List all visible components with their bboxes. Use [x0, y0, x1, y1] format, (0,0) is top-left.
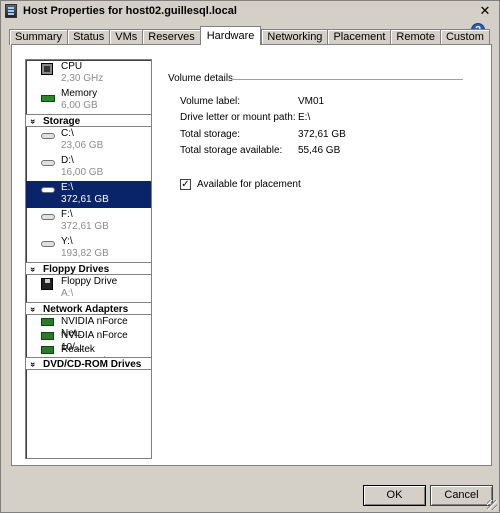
network-card-icon: [41, 332, 54, 340]
volume-label-label: Volume label:: [180, 96, 241, 107]
cancel-button[interactable]: Cancel: [430, 485, 493, 506]
floppy-icon: [41, 278, 53, 290]
memory-icon: [41, 95, 55, 102]
tree-item-adapter-2[interactable]: NVIDIA nForce 10/...: [26, 329, 151, 353]
network-adapters-header[interactable]: « Network Adapters: [26, 302, 151, 315]
tab-status[interactable]: Status: [67, 29, 110, 45]
available-for-placement-checkbox[interactable]: ✓: [180, 179, 191, 190]
ok-button[interactable]: OK: [363, 485, 426, 506]
tree-item-cpu[interactable]: CPU 2,30 GHz: [26, 60, 151, 87]
network-card-icon: [41, 318, 54, 326]
drive-size: 23,06 GB: [61, 140, 104, 151]
disk-icon: [41, 214, 55, 220]
drive-label: D:\: [61, 155, 74, 166]
group-divider: [232, 79, 463, 80]
dvd-drives-header[interactable]: « DVD/CD-ROM Drives: [26, 357, 151, 370]
tab-custom[interactable]: Custom: [439, 29, 490, 45]
tree-item-memory[interactable]: Memory 6,00 GB: [26, 87, 151, 114]
tab-remote[interactable]: Remote: [390, 29, 440, 45]
tree-item-drive-c[interactable]: C:\ 23,06 GB: [26, 127, 151, 154]
tab-strip: Summary Status VMs Reserves Hardware Net…: [9, 26, 490, 45]
server-icon: [5, 4, 17, 18]
total-storage-value: 372,61 GB: [298, 129, 346, 140]
disk-icon: [41, 187, 55, 193]
drive-size: 372,61 GB: [61, 221, 109, 232]
resize-grip[interactable]: [487, 500, 497, 510]
floppy-drives-header[interactable]: « Floppy Drives: [26, 262, 151, 275]
title-bar[interactable]: Host Properties for host02.guillesql.loc…: [1, 1, 499, 21]
tree-item-drive-y[interactable]: Y:\ 193,82 GB: [26, 235, 151, 262]
close-icon[interactable]: ✕: [477, 4, 493, 18]
drive-label: F:\: [61, 209, 73, 220]
drive-label: E:\: [61, 182, 74, 193]
tree-item-adapter-1[interactable]: NVIDIA nForce Net...: [26, 315, 151, 339]
collapse-chevron-icon[interactable]: «: [26, 307, 39, 312]
network-header-label: Network Adapters: [43, 304, 129, 315]
total-storage-label: Total storage:: [180, 129, 241, 140]
volume-label-value: VM01: [298, 96, 325, 107]
storage-header-label: Storage: [43, 116, 81, 127]
memory-value: 6,00 GB: [61, 100, 98, 111]
tree-item-drive-e[interactable]: E:\ 372,61 GB: [26, 181, 151, 208]
drive-size: 372,61 GB: [61, 194, 109, 205]
memory-label: Memory: [61, 88, 98, 99]
group-title: Volume details: [168, 73, 234, 84]
tab-networking[interactable]: Networking: [261, 29, 328, 45]
storage-available-value: 55,46 GB: [298, 145, 341, 156]
collapse-chevron-icon[interactable]: «: [26, 267, 39, 272]
window-title: Host Properties for host02.guillesql.loc…: [23, 5, 237, 17]
hardware-panel: CPU 2,30 GHz Memory 6,00 GB « Storage C:…: [11, 44, 492, 466]
cpu-label: CPU: [61, 61, 83, 72]
tree-item-drive-f[interactable]: F:\ 372,61 GB: [26, 208, 151, 235]
tree-item-floppy[interactable]: Floppy Drive A:\: [26, 275, 151, 302]
tab-hardware[interactable]: Hardware: [199, 26, 262, 45]
storage-header[interactable]: « Storage: [26, 114, 151, 127]
tab-vms[interactable]: VMs: [109, 29, 143, 45]
floppy-value: A:\: [61, 288, 74, 299]
tab-reserves[interactable]: Reserves: [142, 29, 200, 45]
drive-letter-value: E:\: [298, 112, 311, 123]
collapse-chevron-icon[interactable]: «: [26, 362, 39, 367]
tab-summary[interactable]: Summary: [9, 29, 68, 45]
available-for-placement-label[interactable]: Available for placement: [197, 179, 301, 190]
cpu-value: 2,30 GHz: [61, 73, 104, 84]
tab-placement[interactable]: Placement: [327, 29, 391, 45]
network-card-icon: [41, 346, 54, 354]
hardware-tree: CPU 2,30 GHz Memory 6,00 GB « Storage C:…: [25, 59, 152, 459]
storage-available-label: Total storage available:: [180, 145, 283, 156]
volume-details: Volume details Volume label: VM01 Drive …: [158, 59, 483, 459]
dvd-header-label: DVD/CD-ROM Drives: [43, 359, 142, 370]
host-properties-window: Host Properties for host02.guillesql.loc…: [0, 0, 500, 513]
drive-size: 16,00 GB: [61, 167, 104, 178]
tree-item-adapter-3[interactable]: Realtek RTL8169/8...: [26, 343, 151, 367]
tree-item-drive-d[interactable]: D:\ 16,00 GB: [26, 154, 151, 181]
cpu-icon: [41, 63, 53, 75]
floppy-header-label: Floppy Drives: [43, 264, 110, 275]
floppy-label: Floppy Drive: [61, 276, 118, 287]
collapse-chevron-icon[interactable]: «: [26, 119, 39, 124]
drive-label: Y:\: [61, 236, 73, 247]
drive-label: C:\: [61, 128, 74, 139]
drive-letter-label: Drive letter or mount path:: [180, 112, 296, 123]
disk-icon: [41, 160, 55, 166]
drive-size: 193,82 GB: [61, 248, 109, 259]
disk-icon: [41, 241, 55, 247]
disk-icon: [41, 133, 55, 139]
